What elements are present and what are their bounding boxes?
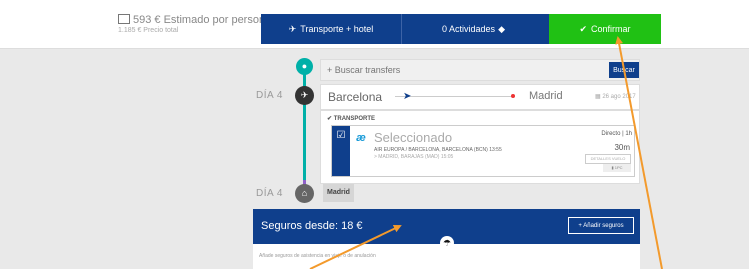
plane-icon: ➤: [403, 91, 412, 102]
tab-activities[interactable]: 0 Actividades ◆: [402, 14, 549, 44]
add-insurance-button[interactable]: + Añadir seguros: [568, 217, 634, 234]
transfer-search: Buscar: [320, 59, 640, 81]
tab-transport-hotel[interactable]: ✈ Transporte + hotel: [261, 14, 402, 44]
diamond-icon: ◆: [498, 23, 505, 34]
flight-card[interactable]: ☑ æ Seleccionado AIR EUROPA / BARCELONA,…: [331, 125, 635, 177]
bed-plane-icon: ✈: [288, 23, 297, 34]
price-per-person: 593 € Estimado por persona: [118, 14, 271, 26]
transfer-search-input[interactable]: [321, 60, 599, 80]
route-line: [395, 96, 515, 97]
flight-details-button[interactable]: DETALLES VUELO: [585, 154, 631, 164]
route-summary: Barcelona ➤ Madrid ▦ 26 ago 2017: [320, 84, 640, 110]
home-icon: ⌂: [295, 184, 314, 203]
timeline-pin-icon: ●: [296, 58, 313, 75]
plane-day-icon: ✈: [295, 86, 314, 105]
search-button[interactable]: Buscar: [609, 62, 639, 78]
selected-status: Seleccionado: [374, 130, 453, 145]
insurance-description: Añade seguros de asistencia en viaje o d…: [259, 253, 376, 259]
price-total: 1.185 € Precio total: [118, 27, 179, 34]
timeline-line: [303, 66, 306, 180]
transport-label: ✔ TRANSPORTE: [327, 116, 376, 122]
city-badge[interactable]: Madrid: [323, 184, 354, 202]
top-bar: 593 € Estimado por persona 1.185 € Preci…: [0, 0, 749, 49]
destination-dot: [511, 94, 515, 98]
baggage-badge: ▮ 1PC: [603, 164, 631, 172]
insurance-title: Seguros desde: 18 €: [261, 220, 363, 232]
flight-leg-departure: AIR EUROPA / BARCELONA, BARCELONA (BCN) …: [374, 147, 502, 153]
travel-date: ▦ 26 ago 2017: [595, 94, 636, 100]
day-label: DÍA 4: [256, 90, 283, 101]
money-icon: [118, 14, 130, 24]
umbrella-icon: ☂: [440, 236, 454, 250]
flight-leg-arrival: > MADRID, BARAJAS (MAD) 15:05: [374, 154, 454, 160]
airline-logo: æ: [356, 132, 366, 144]
transport-section: ✔ TRANSPORTE ☑ æ Seleccionado AIR EUROPA…: [320, 110, 640, 184]
check-icon: ✔: [579, 23, 588, 34]
tab-confirm[interactable]: ✔ Confirmar: [549, 14, 661, 44]
direct-flight-info: Directo | 1h: [601, 131, 632, 137]
day-label: DÍA 4: [256, 188, 283, 199]
origin-city: Barcelona: [328, 90, 383, 104]
destination-city: Madrid: [529, 90, 563, 102]
checkbox-checked-icon[interactable]: ☑: [332, 126, 350, 176]
step-tabs: ✈ Transporte + hotel 0 Actividades ◆ ✔ Conf…: [261, 14, 661, 44]
flight-duration: 30m: [614, 143, 630, 152]
